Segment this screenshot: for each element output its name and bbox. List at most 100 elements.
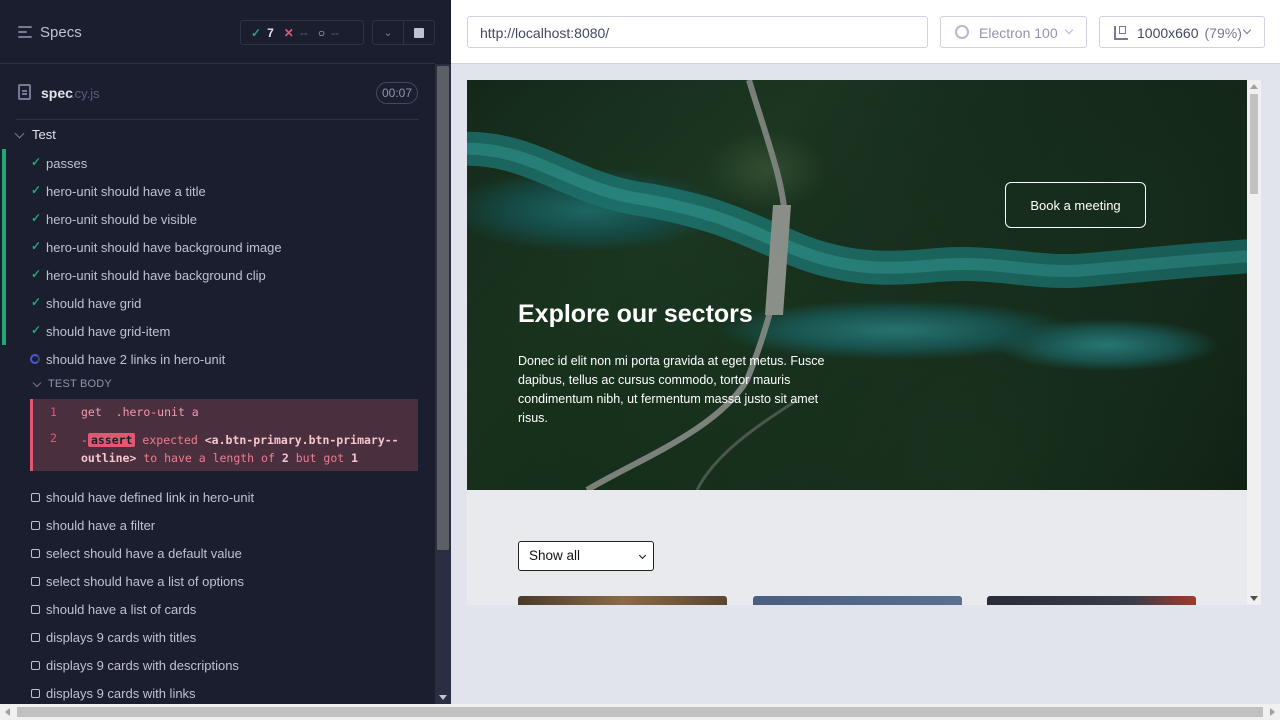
spec-file-row: spec .cy.js 00:07 (0, 64, 435, 120)
test-item-pending[interactable]: select should have a default value (0, 539, 435, 567)
scroll-right-arrow[interactable] (1270, 708, 1275, 716)
passed-stat: ✓ 7 (251, 26, 274, 40)
spinner-icon (30, 354, 40, 364)
pending-icon (31, 689, 40, 698)
hero-overlay (467, 80, 1247, 490)
test-title: hero-unit should have background image (46, 240, 282, 255)
msg-mid: to have a length of (143, 451, 275, 465)
viewport-selector[interactable]: 1000x660 (79%) (1099, 16, 1265, 48)
command-arg: .hero-unit a (115, 405, 199, 419)
test-item[interactable]: ✓ should have grid-item (0, 317, 435, 345)
passed-count: 7 (267, 25, 274, 40)
horizontal-scrollbar[interactable] (0, 704, 1280, 720)
assert-message: - assert expected <a.btn-primary.btn-prim… (81, 431, 411, 467)
test-item-pending[interactable]: displays 9 cards with descriptions (0, 651, 435, 679)
test-item-pending[interactable]: should have a list of cards (0, 595, 435, 623)
test-item-pending[interactable]: select should have a list of options (0, 567, 435, 595)
scrollbar-thumb[interactable] (17, 707, 1263, 717)
command-name: get (81, 405, 102, 419)
failed-stat: ✕ -- (284, 26, 308, 40)
test-title: displays 9 cards with titles (46, 630, 197, 645)
pending-icon (31, 521, 40, 530)
expand-collapse-button[interactable]: ⌄ (372, 20, 404, 45)
test-item-pending[interactable]: displays 9 cards with titles (0, 623, 435, 651)
divider (16, 119, 419, 120)
msg-mid2: but got (295, 451, 345, 465)
card-image[interactable] (987, 596, 1196, 605)
chevron-down-icon: ⌄ (383, 27, 393, 39)
scroll-down-arrow[interactable] (439, 695, 447, 700)
hero-title: Explore our sectors (518, 300, 753, 328)
circle-notch-icon: ○ (317, 25, 326, 40)
filter-selected-value: Show all (529, 548, 581, 563)
check-icon: ✓ (31, 211, 42, 225)
test-item-pending[interactable]: should have a filter (0, 511, 435, 539)
pending-stat: ○ -- (318, 26, 339, 40)
app-scrollbar[interactable] (1247, 80, 1261, 605)
test-title: hero-unit should have a title (46, 184, 206, 199)
check-icon: ✓ (31, 155, 42, 169)
failed-count: -- (299, 25, 308, 40)
test-item-running[interactable]: should have 2 links in hero-unit (0, 345, 435, 373)
book-meeting-button[interactable]: Book a meeting (1005, 182, 1146, 228)
test-item[interactable]: ✓ hero-unit should have a title (0, 177, 435, 205)
msg-expected-value: 2 (281, 451, 289, 465)
test-title: should have defined link in hero-unit (46, 490, 255, 505)
scrollbar-thumb[interactable] (1250, 94, 1258, 194)
x-icon: ✕ (283, 25, 294, 40)
reporter-scrollbar[interactable] (435, 64, 451, 704)
scrollbar-thumb[interactable] (437, 66, 449, 550)
pending-count: -- (331, 25, 340, 40)
specs-list-icon[interactable] (18, 26, 32, 38)
specs-title[interactable]: Specs (40, 24, 82, 41)
test-title: displays 9 cards with descriptions (46, 658, 239, 673)
pending-icon (31, 577, 40, 586)
hero-unit: Explore our sectors Donec id elit non mi… (467, 80, 1247, 490)
pending-icon (31, 549, 40, 558)
test-item[interactable]: ✓ hero-unit should have background clip (0, 261, 435, 289)
test-item-pending[interactable]: displays 9 cards with links (0, 679, 435, 707)
viewport-label: 1000x660 (79%) (1137, 25, 1242, 41)
card-image[interactable] (753, 596, 962, 605)
test-title: passes (46, 156, 88, 171)
test-title: select should have a list of options (46, 574, 245, 589)
check-icon: ✓ (31, 323, 42, 337)
spec-filename: spec (41, 85, 73, 101)
test-title: displays 9 cards with links (46, 686, 196, 701)
test-item[interactable]: ✓ hero-unit should be visible (0, 205, 435, 233)
app-under-test: Explore our sectors Donec id elit non mi… (467, 80, 1261, 605)
runner-panel: http://localhost:8080/ Electron 100 1000… (451, 0, 1280, 704)
command-number: 2 (50, 431, 57, 445)
electron-icon (955, 25, 969, 39)
pending-icon (31, 633, 40, 642)
check-icon: ✓ (251, 25, 262, 40)
test-item-pending[interactable]: should have defined link in hero-unit (0, 483, 435, 511)
test-item[interactable]: ✓ hero-unit should have background image (0, 233, 435, 261)
command-log: 1 get .hero-unit a 2 - assert expected <a… (30, 399, 418, 471)
test-title: should have a filter (46, 518, 156, 533)
check-icon: ✓ (31, 295, 42, 309)
command-text: get .hero-unit a (81, 405, 199, 419)
file-icon (18, 84, 31, 100)
chevron-down-icon (1242, 25, 1252, 35)
pending-icon (31, 493, 40, 502)
test-item[interactable]: ✓ should have grid (0, 289, 435, 317)
url-bar[interactable]: http://localhost:8080/ (467, 16, 928, 48)
test-title: hero-unit should have background clip (46, 268, 266, 283)
stop-button[interactable] (403, 20, 435, 45)
check-icon: ✓ (31, 267, 42, 281)
filter-select[interactable]: Show all (518, 541, 654, 571)
assert-badge: assert (87, 433, 136, 447)
zoom-level: (79%) (1204, 25, 1242, 41)
scroll-up-arrow[interactable] (1250, 84, 1258, 89)
pending-icon (31, 661, 40, 670)
test-title: should have 2 links in hero-unit (46, 352, 226, 367)
test-item[interactable]: ✓ passes (0, 149, 435, 177)
test-title: should have grid-item (46, 324, 171, 339)
scroll-down-arrow[interactable] (1250, 596, 1258, 601)
scroll-left-arrow[interactable] (5, 708, 10, 716)
card-image[interactable] (518, 596, 727, 605)
stats-bar: ✓ 7 ✕ -- ○ -- (240, 20, 364, 45)
browser-selector[interactable]: Electron 100 (940, 16, 1087, 48)
spec-extension: .cy.js (71, 86, 100, 101)
